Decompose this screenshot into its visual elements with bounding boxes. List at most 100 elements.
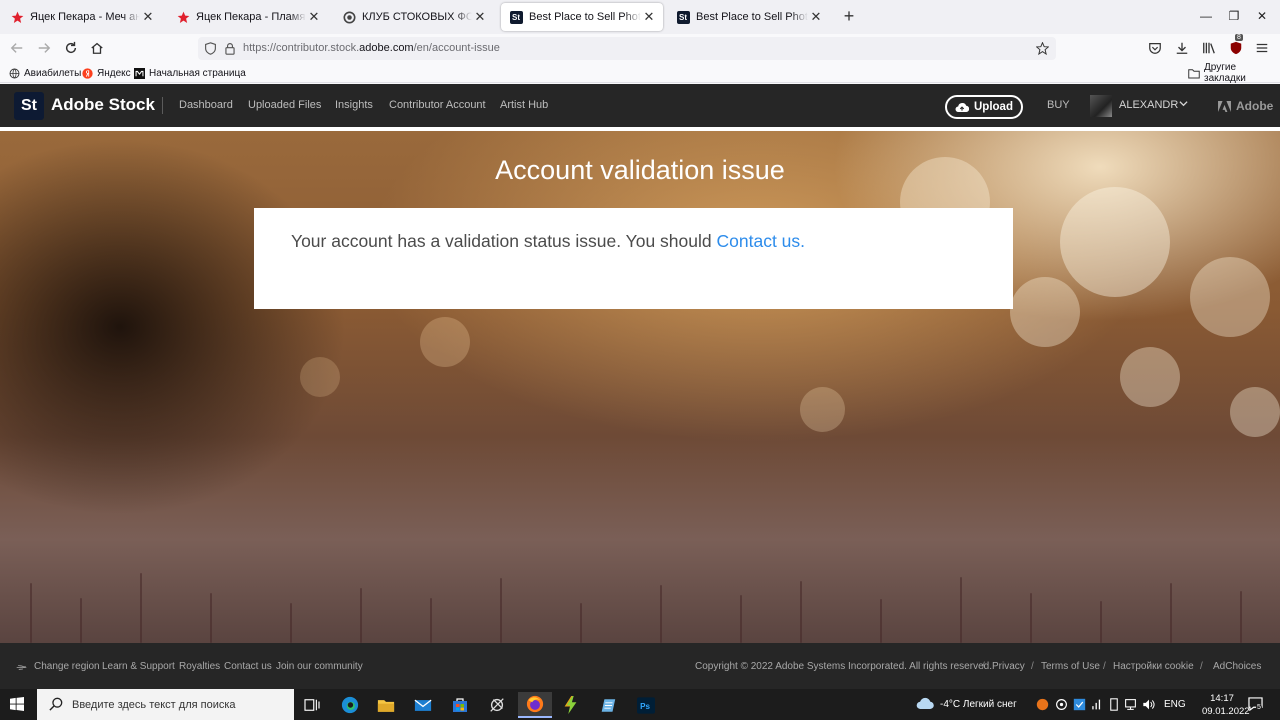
windows-taskbar: Введите здесь текст для поиска Ps -4°C Л… <box>0 689 1280 720</box>
reload-button[interactable] <box>62 39 80 57</box>
upload-button[interactable]: Upload <box>945 95 1023 119</box>
search-icon <box>49 697 63 711</box>
red-star-icon <box>10 10 24 24</box>
adchoices-link[interactable]: AdChoices <box>1213 661 1261 672</box>
url-bar[interactable]: https://contributor.stock.adobe.com/en/a… <box>198 37 1056 60</box>
pocket-button[interactable] <box>1146 39 1164 57</box>
other-bookmarks[interactable]: Другие закладки <box>1188 62 1280 84</box>
bookmark-item[interactable]: Авиабилеты <box>9 65 81 81</box>
browser-tab[interactable]: Яцек Пекара - Пламя и крест. ✕ <box>168 3 328 31</box>
terms-of-use-link[interactable]: Terms of Use <box>1041 661 1100 672</box>
globe-icon <box>9 68 20 79</box>
downloads-button[interactable] <box>1173 39 1191 57</box>
adobe-logo[interactable]: Adobe <box>1218 99 1273 113</box>
hero-background: Account validation issue Your account ha… <box>0 127 1280 643</box>
search-placeholder: Введите здесь текст для поиска <box>72 699 236 711</box>
taskbar-search-box[interactable]: Введите здесь текст для поиска <box>37 689 294 720</box>
clock-time: 14:17 <box>1210 693 1234 704</box>
close-window-button[interactable]: ✕ <box>1254 8 1270 24</box>
nav-uploaded-files[interactable]: Uploaded Files <box>248 99 321 111</box>
task-view-icon <box>304 699 320 711</box>
privacy-link[interactable]: Privacy <box>992 661 1025 672</box>
weather-text[interactable]: -4°C Легкий снег <box>940 699 1017 710</box>
photoshop-icon: Ps <box>637 696 655 714</box>
brand-name[interactable]: Adobe Stock <box>51 95 155 115</box>
language-indicator[interactable]: ENG <box>1164 699 1186 710</box>
back-button[interactable] <box>8 39 26 57</box>
footer-separator: / <box>1031 661 1034 672</box>
globe-region-icon[interactable] <box>16 663 27 672</box>
tray-app-icon[interactable] <box>1036 698 1049 711</box>
tab-title: Best Place to Sell Photos Online <box>696 11 808 23</box>
reload-icon <box>65 41 77 54</box>
learn-support-link[interactable]: Learn & Support <box>102 661 175 672</box>
nav-dashboard[interactable]: Dashboard <box>179 99 233 111</box>
nav-insights[interactable]: Insights <box>335 99 373 111</box>
taskbar-app-photoshop[interactable]: Ps <box>629 692 663 718</box>
cookie-settings-link[interactable]: Настройки cookie <box>1113 661 1194 672</box>
task-view-button[interactable] <box>295 692 329 718</box>
extension-button[interactable]: 8 <box>1227 34 1245 57</box>
library-button[interactable] <box>1200 39 1218 57</box>
forward-button[interactable] <box>35 39 53 57</box>
network-icon[interactable] <box>1124 698 1137 711</box>
taskbar-app-satellite[interactable] <box>480 692 514 718</box>
bookmark-item[interactable]: Яндекс <box>82 65 131 81</box>
mail-icon <box>414 699 432 711</box>
notification-center-button[interactable]: 5 <box>1248 697 1266 713</box>
taskbar-app-mail[interactable] <box>406 692 440 718</box>
weather-cloud-icon[interactable] <box>916 697 934 711</box>
contact-us-footer-link[interactable]: Contact us <box>224 661 272 672</box>
taskbar-app-notes[interactable] <box>591 692 625 718</box>
avatar[interactable] <box>1090 95 1112 117</box>
close-tab-icon[interactable]: ✕ <box>308 9 320 25</box>
yandex-icon <box>82 67 93 79</box>
tray-people-icon[interactable] <box>1055 698 1068 711</box>
restore-window-button[interactable]: ❐ <box>1226 8 1242 24</box>
new-tab-button[interactable]: + <box>840 7 858 25</box>
adobe-stock-logo[interactable]: St <box>14 92 44 120</box>
taskbar-app-explorer[interactable] <box>369 692 403 718</box>
minimize-window-button[interactable]: — <box>1198 8 1214 24</box>
close-tab-icon[interactable]: ✕ <box>810 9 822 25</box>
close-tab-icon[interactable]: ✕ <box>142 9 154 25</box>
tray-chart-icon[interactable] <box>1091 698 1103 711</box>
buy-link[interactable]: BUY <box>1047 99 1070 111</box>
windows-logo-icon <box>10 697 24 711</box>
nav-artist-hub[interactable]: Artist Hub <box>500 99 548 111</box>
pocket-icon <box>1149 43 1161 54</box>
taskbar-clock[interactable]: 14:17 09.01.2022 <box>1202 692 1250 718</box>
chevron-down-icon[interactable] <box>1179 100 1188 107</box>
browser-tab[interactable]: St Best Place to Sell Photos Online ✕ <box>668 3 830 31</box>
volume-icon[interactable] <box>1142 698 1156 711</box>
tray-sync-icon[interactable] <box>1073 698 1086 711</box>
issue-card: Your account has a validation status iss… <box>254 208 1013 309</box>
contact-us-link[interactable]: Contact us. <box>717 231 806 251</box>
royalties-link[interactable]: Royalties <box>179 661 220 672</box>
url-text[interactable]: https://contributor.stock.adobe.com/en/a… <box>243 42 500 54</box>
tab-title: Яцек Пекара - Меч ангелов (Л <box>30 11 140 23</box>
forward-arrow-icon <box>38 43 51 53</box>
browser-tab-active[interactable]: St Best Place to Sell Photos Online ✕ <box>501 3 663 31</box>
user-name[interactable]: ALEXANDR <box>1119 99 1178 111</box>
browser-tab[interactable]: КЛУБ СТОКОВЫХ ФОТОГРАФОВ ✕ <box>334 3 494 31</box>
close-tab-icon[interactable]: ✕ <box>474 9 486 25</box>
taskbar-app-green-tool[interactable] <box>554 692 588 718</box>
nav-contributor-account[interactable]: Contributor Account <box>389 99 486 111</box>
browser-tab[interactable]: Яцек Пекара - Меч ангелов (Л ✕ <box>2 3 162 31</box>
menu-button[interactable] <box>1253 39 1271 57</box>
bookmark-item[interactable]: Начальная страница <box>134 65 246 81</box>
join-community-link[interactable]: Join our community <box>276 661 363 672</box>
home-button[interactable] <box>88 39 106 57</box>
start-button[interactable] <box>10 697 24 716</box>
taskbar-app-store[interactable] <box>443 692 477 718</box>
adobe-a-icon <box>1218 100 1231 112</box>
taskbar-app-firefox[interactable] <box>518 692 552 718</box>
bookmark-star-icon[interactable] <box>1036 42 1049 55</box>
tab-title: КЛУБ СТОКОВЫХ ФОТОГРАФОВ <box>362 11 472 23</box>
usb-drive-icon[interactable] <box>1109 698 1119 711</box>
change-region-link[interactable]: Change region <box>34 661 100 672</box>
close-tab-icon[interactable]: ✕ <box>643 9 655 25</box>
taskbar-app-edge[interactable] <box>333 692 367 718</box>
browser-tab-strip: Яцек Пекара - Меч ангелов (Л ✕ Яцек Пека… <box>0 0 1280 34</box>
